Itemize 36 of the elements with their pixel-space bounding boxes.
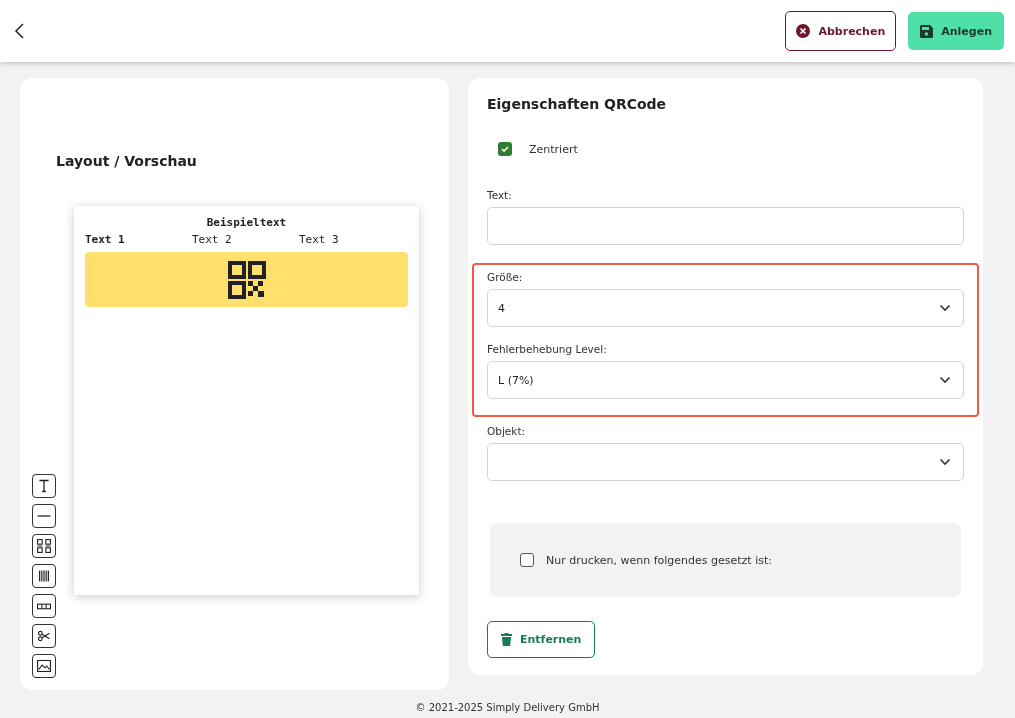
field-label: Größe:	[487, 271, 524, 283]
checkbox-label: Zentriert	[529, 142, 578, 156]
close-icon	[796, 24, 811, 38]
column-text: Text 3	[299, 233, 340, 246]
input-field[interactable]	[487, 207, 964, 245]
dropdown-field[interactable]: L (7%)	[487, 361, 964, 399]
qrcode-icon	[227, 260, 266, 299]
trash-icon	[501, 633, 512, 646]
qrcode-tool-icon[interactable]	[32, 534, 56, 558]
cancel-button[interactable]: Abbrechen	[785, 11, 897, 51]
check-icon	[500, 144, 510, 154]
label-title: Beispieltext	[205, 216, 288, 229]
chevron-down-icon	[939, 376, 951, 384]
remove-button[interactable]: Entfernen	[487, 621, 596, 658]
barcode-tool-icon[interactable]	[32, 564, 56, 588]
checkbox[interactable]	[498, 142, 512, 156]
dropdown-field[interactable]: 4	[487, 289, 964, 327]
column-text: Text 1	[85, 233, 126, 246]
line-tool-icon[interactable]	[32, 504, 56, 528]
chevron-down-icon	[939, 458, 951, 466]
footer-text: © 2021-2025 Simply Delivery GmbH	[414, 702, 601, 713]
column-text: Text 2	[192, 233, 233, 246]
properties-title: Eigenschaften QRCode	[487, 96, 668, 112]
table-tool-icon[interactable]	[32, 594, 56, 618]
checkbox[interactable]	[520, 553, 534, 567]
checkbox-label: Nur drucken, wenn folgendes gesetzt ist:	[546, 553, 772, 567]
field-label: Objekt:	[487, 425, 527, 437]
save-button[interactable]: Anlegen	[908, 12, 1004, 50]
field-label: Text:	[487, 189, 513, 201]
dropdown-field[interactable]	[487, 443, 964, 481]
text-tool-icon[interactable]	[32, 474, 56, 498]
chevron-down-icon	[939, 304, 951, 312]
field-label: Fehlerbehebung Level:	[487, 343, 608, 355]
preview-title: Layout / Vorschau	[56, 153, 198, 169]
image-tool-icon[interactable]	[32, 654, 56, 678]
cut-tool-icon[interactable]	[32, 624, 56, 648]
